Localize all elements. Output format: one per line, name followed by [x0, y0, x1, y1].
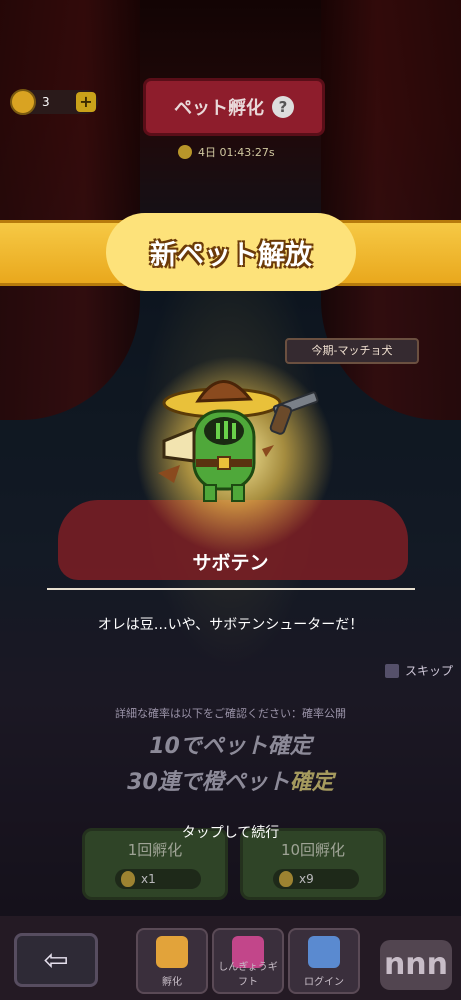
- help-icon[interactable]: ?: [272, 96, 294, 118]
- screen-title: ペット孵化: [174, 98, 264, 119]
- egg-ticket-icon: [121, 871, 135, 887]
- egg-ticket-icon: [279, 871, 293, 887]
- nav-tab-gift[interactable]: しんぎょうギフト: [212, 928, 284, 994]
- hatch-ten-cost-value: x9: [299, 872, 314, 886]
- nav-tab-login-label: ログイン: [304, 977, 344, 988]
- clock-icon: [178, 145, 192, 159]
- hatch-once-cost-value: x1: [141, 872, 156, 886]
- guarantee-line-2-highlight: 確定: [289, 770, 334, 795]
- guarantee-line-1: 10でペット確定: [149, 734, 312, 759]
- nav-tab-login[interactable]: ログイン: [288, 928, 360, 994]
- season-tag: 今期-マッチョ犬: [285, 338, 419, 364]
- coin-icon: [10, 89, 36, 115]
- nav-tab-gift-label: しんぎょうギフト: [218, 962, 278, 988]
- timer-text: 4日 01:43:27s: [198, 146, 275, 159]
- back-button[interactable]: ⇦: [14, 933, 98, 987]
- hatch-ten-label: 10回孵化: [280, 841, 346, 859]
- currency-value: 3: [42, 95, 50, 109]
- screen-title-banner: ペット孵化 ?: [143, 78, 325, 136]
- guarantee-line-2-main: 30連で橙ペット: [127, 770, 290, 795]
- cactus-pet-illustration: [158, 380, 319, 502]
- pet-quote: オレは豆…いや、サボテンシューターだ！: [97, 617, 364, 633]
- calendar-icon: [308, 936, 340, 968]
- pet-name: サボテン: [192, 552, 269, 574]
- hatch-ten-cost: x9: [273, 869, 359, 889]
- egg-icon: [156, 936, 188, 968]
- currency-counter: 3 +: [10, 89, 98, 115]
- nav-tab-hatch[interactable]: 孵化: [136, 928, 208, 994]
- skip-toggle[interactable]: スキップ: [384, 662, 453, 679]
- skip-label: スキップ: [404, 664, 453, 678]
- new-pet-banner-title: 新ペット解放: [150, 239, 312, 271]
- event-timer: 4日 01:43:27s: [178, 144, 275, 160]
- hatch-once-label: 1回孵化: [127, 841, 183, 859]
- nav-tab-hatch-label: 孵化: [162, 977, 182, 988]
- hatch-once-cost: x1: [115, 869, 201, 889]
- new-pet-banner: 新ペット解放: [0, 213, 461, 291]
- guarantee-line-2: 30連で橙ペット確定: [0, 764, 461, 796]
- divider: [47, 588, 415, 590]
- tap-to-continue-prompt[interactable]: タップして続行: [0, 822, 461, 842]
- new-pet-banner-plate: 新ペット解放: [106, 213, 356, 291]
- add-currency-button[interactable]: +: [76, 92, 96, 112]
- watermark-logo: nnn: [380, 940, 452, 990]
- skip-checkbox[interactable]: [384, 663, 399, 678]
- rates-info-link[interactable]: 詳細な確率は以下をご確認ください：確率公開: [0, 705, 461, 721]
